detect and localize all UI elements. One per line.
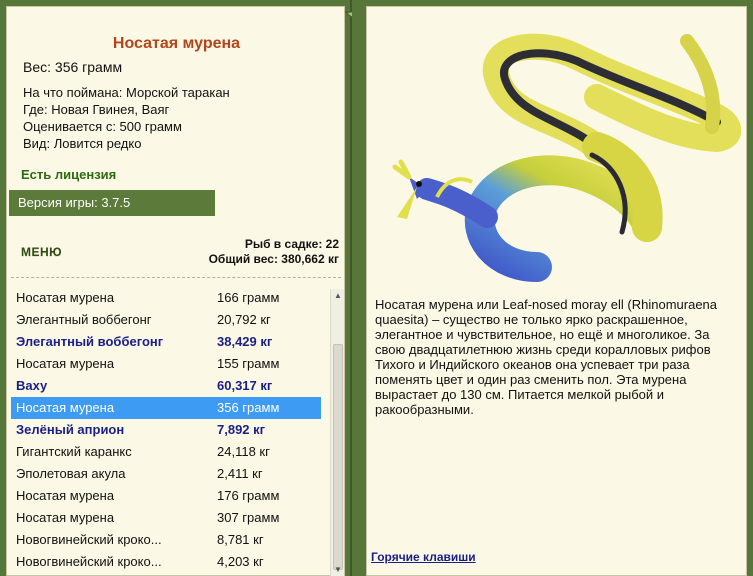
list-item[interactable]: Носатая мурена 166 грамм (11, 287, 321, 309)
list-item[interactable]: Новогвинейский кроко... 8,781 кг (11, 529, 321, 551)
list-item-weight: 60,317 кг (217, 378, 273, 393)
list-item-name: Носатая мурена (16, 400, 115, 415)
fish-bait: На что поймана: Морской таракан (23, 85, 230, 100)
list-item-weight: 166 грамм (217, 290, 280, 305)
list-scrollbar[interactable]: ▲ ▼ (330, 289, 344, 576)
catch-total-weight: Общий вес: 380,662 кг (208, 252, 339, 266)
moray-eel-image (392, 33, 741, 282)
fish-description-panel: Носатая мурена или Leaf-nosed moray ell … (366, 6, 747, 576)
list-item-name: Эполетовая акула (16, 466, 126, 481)
list-item[interactable]: Ваху 60,317 кг (11, 375, 321, 397)
list-item-weight: 307 грамм (217, 510, 280, 525)
catch-list[interactable]: Носатая мурена 166 грамм Элегантный воббег… (11, 287, 321, 576)
list-item-name: Элегантный воббегонг (16, 334, 164, 349)
left-panel-frame: Носатая мурена Вес: 356 грамм На что пой… (0, 0, 352, 576)
hotkeys-link[interactable]: Горячие клавиши (371, 550, 476, 564)
list-item-weight: 2,411 кг (217, 466, 263, 481)
list-item[interactable]: Эполетовая акула 2,411 кг (11, 463, 321, 485)
list-item[interactable]: Элегантный воббегонг 20,792 кг (11, 309, 321, 331)
list-item-weight: 8,781 кг (217, 532, 264, 547)
list-item-weight: 176 грамм (217, 488, 280, 503)
fish-weight: Вес: 356 грамм (23, 59, 123, 75)
list-item-weight: 4,203 кг (217, 554, 264, 569)
scroll-up-icon[interactable]: ▲ (331, 289, 345, 303)
list-item[interactable]: Зелёный априон 7,892 кг (11, 419, 321, 441)
list-item[interactable]: Носатая мурена 356 грамм (11, 397, 321, 419)
list-item[interactable]: Элегантный воббегонг 38,429 кг (11, 331, 321, 353)
fish-info-panel: Носатая мурена Вес: 356 грамм На что пой… (6, 6, 345, 576)
list-item-name: Новогвинейский кроко... (16, 554, 162, 569)
scroll-thumb[interactable] (333, 344, 343, 570)
list-item[interactable]: Носатая мурена 155 грамм (11, 353, 321, 375)
menu-button[interactable]: МЕНЮ (21, 245, 62, 259)
fish-title: Носатая мурена (112, 35, 241, 52)
catch-count: Рыб в садке: 22 (244, 237, 339, 251)
fish-description: Носатая мурена или Leaf-nosed moray ell … (375, 297, 718, 417)
list-item-name: Новогвинейский кроко... (16, 532, 162, 547)
right-panel-frame: Носатая мурена или Leaf-nosed moray ell … (352, 0, 753, 576)
list-item-name: Носатая мурена (16, 356, 115, 371)
list-item-name: Гигантский каранкс (16, 444, 132, 459)
list-item-name: Носатая мурена (16, 488, 115, 503)
list-item-name: Носатая мурена (16, 510, 115, 525)
version-bar: Версия игры: 3.7.5 (9, 190, 215, 216)
list-item-name: Носатая мурена (16, 290, 115, 305)
list-item-weight: 356 грамм (217, 400, 280, 415)
list-item[interactable]: Носатая мурена 176 грамм (11, 485, 321, 507)
list-item[interactable]: Носатая мурена 307 грамм (11, 507, 321, 529)
list-item-weight: 20,792 кг (217, 312, 271, 327)
list-item-name: Ваху (16, 378, 48, 393)
list-item[interactable]: Гигантский каранкс 24,118 кг (11, 441, 321, 463)
license-status: Есть лицензия (21, 167, 117, 182)
list-item-weight: 24,118 кг (217, 444, 270, 459)
fish-location: Где: Новая Гвинея, Ваяг (23, 102, 170, 117)
divider (11, 277, 341, 278)
scroll-down-icon[interactable]: ▼ (331, 563, 345, 576)
list-item-name: Зелёный априон (16, 422, 125, 437)
list-item-weight: 7,892 кг (217, 422, 266, 437)
list-item-name: Элегантный воббегонг (16, 312, 152, 327)
list-item-weight: 155 грамм (217, 356, 280, 371)
fish-price: Оценивается с: 500 грамм (23, 119, 182, 134)
fish-rarity: Вид: Ловится редко (23, 136, 142, 151)
catch-stats: Рыб в садке: 22 Общий вес: 380,662 кг (209, 237, 339, 267)
list-item-weight: 38,429 кг (217, 334, 273, 349)
list-item[interactable]: Новогвинейский кроко... 4,203 кг (11, 551, 321, 573)
